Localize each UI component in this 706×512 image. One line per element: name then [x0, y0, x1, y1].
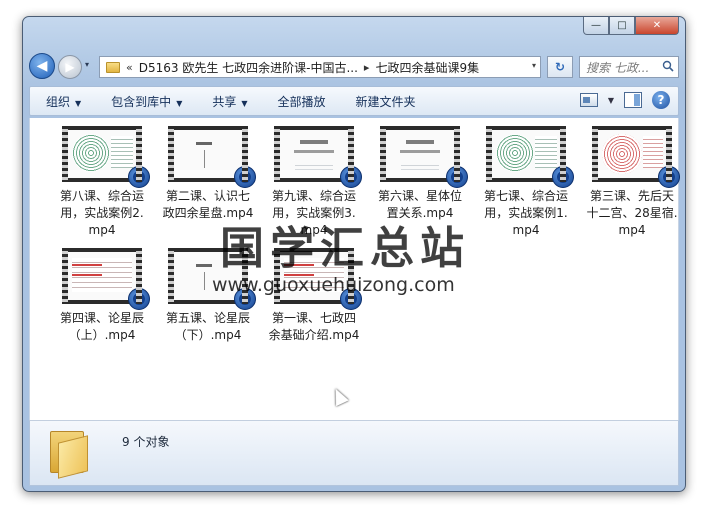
- thumbnail-frame: [174, 130, 242, 178]
- thumbnail-frame: [386, 130, 454, 178]
- minimize-button[interactable]: —: [583, 17, 609, 35]
- video-thumbnail: [592, 126, 680, 188]
- change-view-icon[interactable]: [579, 93, 598, 107]
- video-thumbnail: [380, 126, 468, 188]
- media-player-icon: [446, 166, 468, 188]
- breadcrumb-item[interactable]: D5163 欧先生 七政四余进阶课-中国古...: [139, 59, 358, 76]
- folder-icon: [106, 61, 120, 73]
- chevron-down-icon: ▼: [241, 98, 248, 108]
- file-name: 第三课、先后天十二宫、28星宿.mp4: [586, 189, 678, 237]
- file-item[interactable]: 第二课、认识七政四余星盘.mp4: [158, 126, 258, 222]
- thumbnail-frame: [492, 130, 560, 178]
- video-thumbnail: [486, 126, 574, 188]
- back-arrow-icon: ◀: [36, 58, 48, 74]
- media-player-icon: [234, 166, 256, 188]
- file-name: 第五课、论星辰（下）.mp4: [165, 311, 250, 342]
- item-count: 9 个对象: [122, 435, 170, 449]
- file-item[interactable]: 第八课、综合运用，实战案例2.mp4: [52, 126, 152, 239]
- mouse-cursor-icon: [329, 385, 349, 407]
- thumbnail-frame: [598, 130, 666, 178]
- thumbnail-frame: [68, 130, 136, 178]
- organize-label: 组织: [46, 94, 71, 109]
- file-item[interactable]: 第七课、综合运用，实战案例1.mp4: [476, 126, 576, 239]
- file-item[interactable]: 第四课、论星辰（上）.mp4: [52, 248, 152, 344]
- forward-arrow-icon: ▶: [65, 60, 75, 74]
- navigation-bar: ◀ ▶ ▾ « D5163 欧先生 七政四余进阶课-中国古... ▸ 七政四余基…: [29, 51, 679, 81]
- media-player-icon: [128, 166, 150, 188]
- breadcrumb-separator[interactable]: ▸: [364, 61, 370, 74]
- file-name: 第四课、论星辰（上）.mp4: [59, 311, 144, 342]
- media-player-icon: [658, 166, 680, 188]
- video-thumbnail: [274, 126, 362, 188]
- media-player-icon: [340, 166, 362, 188]
- new-folder-button[interactable]: 新建文件夹: [340, 93, 430, 110]
- file-item[interactable]: 第三课、先后天十二宫、28星宿.mp4: [582, 126, 682, 239]
- chevron-down-icon: ▼: [75, 98, 82, 108]
- caption-buttons: — □ ✕: [583, 17, 679, 35]
- chevron-down-icon: ▼: [176, 98, 183, 108]
- watermark-title: 国学汇总站: [220, 223, 470, 274]
- preview-pane-icon[interactable]: [624, 92, 642, 108]
- thumbnail-frame: [280, 130, 348, 178]
- share-label: 共享: [212, 94, 237, 109]
- close-button[interactable]: ✕: [635, 17, 679, 35]
- details-pane: 9 个对象: [29, 420, 679, 486]
- maximize-button[interactable]: □: [609, 17, 635, 35]
- refresh-icon: ↻: [554, 60, 566, 74]
- folder-front: [58, 435, 88, 479]
- search-icon[interactable]: [662, 60, 674, 72]
- video-thumbnail: [168, 126, 256, 188]
- video-thumbnail: [62, 126, 150, 188]
- watermark-url: www.guoxuehuizong.com: [212, 274, 455, 296]
- file-item[interactable]: 第六课、星体位置关系.mp4: [370, 126, 470, 222]
- address-bar[interactable]: « D5163 欧先生 七政四余进阶课-中国古... ▸ 七政四余基础课9集 ▾: [99, 56, 541, 78]
- address-dropdown[interactable]: ▾: [532, 61, 536, 70]
- search-placeholder: 搜索 七政...: [586, 60, 650, 75]
- share-menu[interactable]: 共享 ▼: [196, 93, 261, 110]
- forward-button[interactable]: ▶: [58, 55, 82, 79]
- video-thumbnail: [62, 248, 150, 310]
- folder-icon: [46, 429, 94, 479]
- file-name: 第一课、七政四余基础介绍.mp4: [268, 311, 360, 342]
- breadcrumb-overflow[interactable]: «: [126, 61, 133, 74]
- file-name: 第七课、综合运用，实战案例1.mp4: [483, 189, 568, 237]
- include-in-library-menu[interactable]: 包含到库中 ▼: [95, 93, 196, 110]
- play-all-button[interactable]: 全部播放: [262, 93, 340, 110]
- thumbnail-frame: [68, 252, 136, 300]
- include-in-library-label: 包含到库中: [111, 94, 172, 109]
- command-bar: 组织 ▼ 包含到库中 ▼ 共享 ▼ 全部播放 新建文件夹 ▼ ?: [29, 86, 679, 116]
- breadcrumb-item[interactable]: 七政四余基础课9集: [375, 59, 479, 76]
- back-button[interactable]: ◀: [29, 53, 55, 79]
- help-icon[interactable]: ?: [652, 91, 670, 109]
- media-player-icon: [552, 166, 574, 188]
- file-name: 第八课、综合运用，实战案例2.mp4: [59, 189, 144, 237]
- search-input[interactable]: 搜索 七政...: [579, 56, 679, 78]
- recent-pages-dropdown[interactable]: ▾: [85, 60, 89, 69]
- toolbar-right: ▼ ?: [579, 91, 670, 109]
- view-options-dropdown[interactable]: ▼: [608, 96, 614, 105]
- refresh-button[interactable]: ↻: [547, 56, 573, 78]
- media-player-icon: [128, 288, 150, 310]
- organize-menu[interactable]: 组织 ▼: [30, 93, 95, 110]
